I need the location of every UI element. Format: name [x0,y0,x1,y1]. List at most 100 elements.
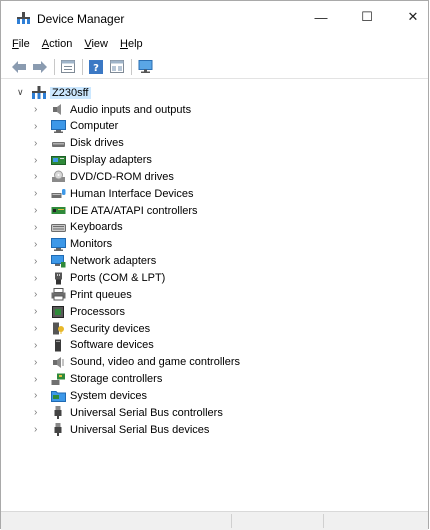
expand-chevron-icon[interactable]: › [34,273,46,284]
security-device-icon [53,322,64,335]
menu-help[interactable]: Help [114,38,149,50]
tree-category[interactable]: › Universal Serial Bus devices [34,421,209,438]
tree-category-label: System devices [70,389,148,402]
display-adapter-icon [51,155,66,165]
tree-category[interactable]: › DVD/CD-ROM drives [34,168,174,185]
device-manager-icon [17,12,30,24]
expand-chevron-icon[interactable]: › [34,390,46,401]
tree-category-label: Audio inputs and outputs [70,103,192,116]
tree-category-label: Network adapters [70,255,157,268]
toolbar-separator [131,58,132,75]
tree-category[interactable]: › Universal Serial Bus controllers [34,404,223,421]
expand-chevron-icon[interactable]: › [34,138,46,149]
minimize-button[interactable]: — [298,1,344,33]
expand-chevron-icon[interactable]: › [34,104,46,115]
expand-chevron-icon[interactable]: › [34,289,46,300]
expand-chevron-icon[interactable]: › [34,407,46,418]
status-pane-divider [323,514,324,528]
help-button[interactable]: ? [87,58,105,76]
properties-icon [61,60,75,73]
menu-action[interactable]: Action [36,38,79,50]
tree-category[interactable]: › Processors [34,303,125,320]
tree-category[interactable]: › Display adapters [34,152,152,169]
properties-button[interactable] [59,58,77,76]
toolbar-separator [54,58,55,75]
tree-category[interactable]: › Sound, video and game controllers [34,354,240,371]
tree-root[interactable]: ∨ Z230sff [17,84,91,101]
network-adapter-icon [51,254,66,268]
expand-chevron-icon[interactable]: › [34,340,46,351]
ide-controller-icon [51,207,66,215]
sound-icon [53,356,64,368]
monitor-icon [51,119,66,133]
tree-category[interactable]: › Disk drives [34,135,124,152]
usb-icon [54,406,62,420]
maximize-button[interactable]: ☐ [344,1,390,33]
tree-category-label: Print queues [70,288,132,301]
close-button[interactable]: ✕ [390,1,430,33]
tree-category[interactable]: › Storage controllers [34,371,162,388]
tree-category[interactable]: › Ports (COM & LPT) [34,270,165,287]
expand-chevron-icon[interactable]: › [34,256,46,267]
hid-icon [51,189,66,199]
expand-chevron-icon[interactable]: › [34,374,46,385]
tree-category[interactable]: › Security devices [34,320,150,337]
view-details-button[interactable] [108,58,126,76]
expand-chevron-icon[interactable]: › [34,424,46,435]
expand-chevron-icon[interactable]: › [34,323,46,334]
tree-category[interactable]: › Audio inputs and outputs [34,101,191,118]
storage-controller-icon [51,373,65,385]
tree-category-label: Human Interface Devices [70,187,194,200]
tree-category[interactable]: › Print queues [34,286,132,303]
expand-chevron-icon[interactable]: › [34,121,46,132]
forward-button[interactable] [31,58,49,76]
tree-category[interactable]: › Human Interface Devices [34,185,194,202]
software-device-icon [55,339,61,352]
toolbar: ? [1,55,428,79]
expand-chevron-icon[interactable]: › [34,239,46,250]
tree-category[interactable]: › Computer [34,118,118,135]
tree-category-label: Security devices [70,322,151,335]
menu-view[interactable]: View [78,38,114,50]
speaker-icon [53,104,61,115]
system-folder-icon [51,391,66,403]
status-pane-divider [231,514,232,528]
tree-category-label: Monitors [70,238,113,251]
tree-category[interactable]: › IDE ATA/ATAPI controllers [34,202,198,219]
back-button[interactable] [10,58,28,76]
tree-category[interactable]: › System devices [34,387,147,404]
dvd-drive-icon [52,170,65,183]
computer-network-icon [32,86,46,99]
menu-file[interactable]: File [6,38,36,50]
expand-chevron-icon[interactable]: › [34,306,46,317]
tree-category[interactable]: › Software devices [34,337,154,354]
monitor-icon [51,237,66,251]
menu-bar: File Action View Help [1,35,430,53]
tree-category[interactable]: › Monitors [34,236,112,253]
usb-icon [54,423,62,437]
tree-category-label: Display adapters [70,154,152,167]
expand-chevron-icon[interactable]: › [34,155,46,166]
details-view-icon [110,60,124,73]
expand-chevron-icon[interactable]: › [34,222,46,233]
minimize-icon: — [314,9,328,25]
toolbar-separator [82,58,83,75]
tree-category[interactable]: › Network adapters [34,253,156,270]
scan-hardware-button[interactable] [136,58,154,76]
tree-category-label: Computer [70,120,119,133]
expand-chevron-icon[interactable]: › [34,205,46,216]
port-icon [55,272,62,284]
status-bar [1,511,428,530]
processor-icon [52,306,64,319]
tree-category[interactable]: › Keyboards [34,219,123,236]
expand-chevron-icon[interactable]: › [34,171,46,182]
tree-root-label: Z230sff [50,86,91,99]
tree-category-label: Universal Serial Bus controllers [70,406,223,419]
expand-chevron-icon[interactable]: › [34,188,46,199]
expand-chevron-icon[interactable]: › [34,357,46,368]
window-title: Device Manager [37,12,125,26]
collapse-chevron-icon[interactable]: ∨ [17,87,29,98]
maximize-icon: ☐ [361,9,373,24]
title-bar[interactable]: Device Manager — ☐ ✕ [1,1,428,33]
tree-category-label: Software devices [70,339,154,352]
